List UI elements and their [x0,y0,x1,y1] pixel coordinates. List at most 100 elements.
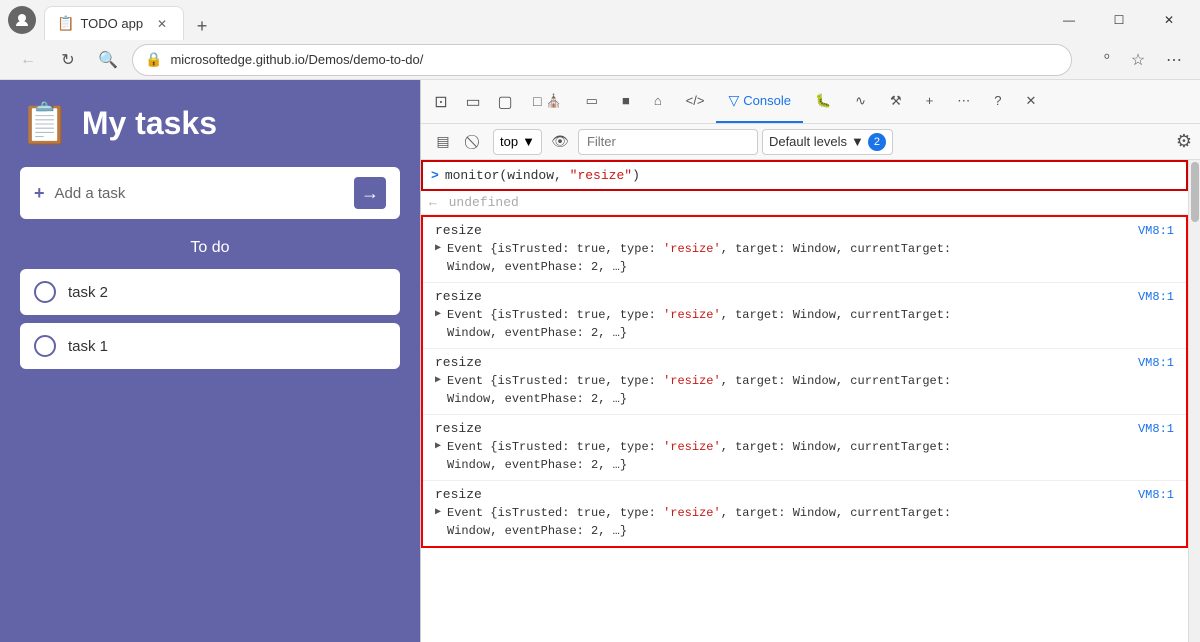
resize-source-link[interactable]: VM8:1 [1138,290,1174,304]
add-task-input[interactable]: Add a task [55,185,344,202]
address-input[interactable]: 🔒 microsoftedge.github.io/Demos/demo-to-… [132,44,1072,76]
close-button[interactable]: ✕ [1146,4,1192,36]
inspect-element-icon[interactable]: ⊡ [425,86,457,118]
network-icon: ∿ [855,93,866,109]
context-select[interactable]: top ▼ [493,129,542,155]
tab-add[interactable]: + [914,80,946,123]
expand-arrow-icon[interactable]: ▶ [435,440,441,452]
tab-close[interactable]: ✕ [1014,80,1049,123]
tab-performance[interactable]: ⚒ [878,80,914,123]
event-text: Event {isTrusted: true, type: 'resize', … [447,372,951,408]
minimize-button[interactable]: — [1046,4,1092,36]
resize-section: resize VM8:1 ▶ Event {isTrusted: true, t… [421,215,1188,548]
prompt-code: monitor(window, "resize") [445,168,640,183]
resize-entry: resize VM8:1 ▶ Event {isTrusted: true, t… [423,415,1186,481]
title-bar: 📋 TODO app ✕ + — ☐ ✕ [0,0,1200,40]
scrollbar[interactable] [1188,160,1200,642]
resize-source-link[interactable]: VM8:1 [1138,224,1174,238]
filter-button[interactable]: ⃠ [461,128,489,156]
tab-title: TODO app [80,16,143,31]
url-text: microsoftedge.github.io/Demos/demo-to-do… [170,52,423,67]
console-prompt-highlighted[interactable]: > monitor(window, "resize") [421,160,1188,191]
task-checkbox[interactable] [34,281,56,303]
user-avatar[interactable] [8,6,36,34]
resize-header: resize VM8:1 [435,421,1174,436]
error-count-badge: 2 [868,133,886,151]
more-icon[interactable]: ⋯ [1160,46,1188,74]
prompt-arrow-icon: > [431,168,439,183]
console-output: > monitor(window, "resize") ← ← undefine… [421,160,1200,642]
device-icon: ▭ [586,93,598,109]
tab-bugs[interactable]: 🐛 [803,80,843,123]
event-text: Event {isTrusted: true, type: 'resize', … [447,306,951,342]
resize-entry: resize VM8:1 ▶ Event {isTrusted: true, t… [423,283,1186,349]
resize-source-link[interactable]: VM8:1 [1138,356,1174,370]
add-task-button[interactable]: → [354,177,386,209]
tab-elements[interactable]: □ ⛪ [521,80,574,123]
expand-arrow-icon[interactable]: ▶ [435,242,441,254]
tab-home[interactable]: ⌂ [642,80,674,123]
task-checkbox[interactable] [34,335,56,357]
task-list: task 2 task 1 [20,269,400,369]
task-item[interactable]: task 2 [20,269,400,315]
task-item[interactable]: task 1 [20,323,400,369]
scrollbar-thumb[interactable] [1191,162,1199,222]
back-button[interactable]: ← [12,44,44,76]
eye-icon[interactable]: 👁 [546,128,574,156]
maximize-button[interactable]: ☐ [1096,4,1142,36]
todo-header: 📋 My tasks [20,100,400,147]
tab-code[interactable]: </> [674,80,717,123]
resize-detail: ▶ Event {isTrusted: true, type: 'resize'… [435,504,1174,540]
tab-favicon: 📋 [57,15,74,32]
lock-icon: 🔒 [145,51,162,68]
tab-console[interactable]: ▽ Console [716,80,802,123]
tab-console-label: Console [743,93,791,108]
address-bar: ← ↻ 🔍 🔒 microsoftedge.github.io/Demos/de… [0,40,1200,80]
levels-chevron-icon: ▼ [851,134,864,149]
context-label: top [500,134,518,149]
todo-icon: 📋 [20,100,70,147]
resize-entry: resize VM8:1 ▶ Event {isTrusted: true, t… [423,481,1186,546]
new-tab-button[interactable]: + [188,12,216,40]
resize-source-link[interactable]: VM8:1 [1138,488,1174,502]
tab-more[interactable]: ⋯ [945,80,982,123]
resize-detail: ▶ Event {isTrusted: true, type: 'resize'… [435,372,1174,408]
default-levels-dropdown[interactable]: Default levels ▼ 2 [762,129,893,155]
resize-header: resize VM8:1 [435,289,1174,304]
expand-arrow-icon[interactable]: ▶ [435,308,441,320]
sidebar-icon[interactable]: ▢ [489,86,521,118]
expand-arrow-icon[interactable]: ▶ [435,374,441,386]
resize-source-link[interactable]: VM8:1 [1138,422,1174,436]
add-task-bar[interactable]: + Add a task → [20,167,400,219]
tab-network[interactable]: ∿ [843,80,878,123]
tab-source-icon[interactable]: ■ [610,80,642,123]
read-aloud-icon[interactable]: ︒ [1088,46,1116,74]
resize-label: resize [435,223,482,238]
refresh-button[interactable]: ↻ [52,44,84,76]
resize-header: resize VM8:1 [435,487,1174,502]
source-box-icon: ■ [622,93,630,108]
tab-elements-label: ⛪ [545,93,561,109]
resize-entry: resize VM8:1 ▶ Event {isTrusted: true, t… [423,217,1186,283]
resize-detail: ▶ Event {isTrusted: true, type: 'resize'… [435,240,1174,276]
filter-input[interactable] [578,129,758,155]
undefined-arrow-icon: ← [429,195,437,210]
favorites-icon[interactable]: ☆ [1124,46,1152,74]
expand-arrow-icon[interactable]: ▶ [435,506,441,518]
tab-close-button[interactable]: ✕ [153,15,171,33]
tab-help[interactable]: ? [982,80,1013,123]
tab-device[interactable]: ▭ [574,80,610,123]
resize-label: resize [435,355,482,370]
devtools-toolbar: ⊡ ▭ ▢ □ ⛪ ▭ ■ ⌂ </> [421,80,1200,124]
search-button[interactable]: 🔍 [92,44,124,76]
device-toolbar-icon[interactable]: ▭ [457,86,489,118]
home-icon: ⌂ [654,93,662,108]
active-tab[interactable]: 📋 TODO app ✕ [44,6,184,40]
window-controls: — ☐ ✕ [1046,4,1192,36]
clear-console-button[interactable]: ▤ [429,128,457,156]
code-icon: </> [686,93,705,108]
perf-icon: ⚒ [890,93,902,109]
console-content: > monitor(window, "resize") ← ← undefine… [421,160,1188,642]
settings-icon[interactable]: ⚙ [1176,131,1192,152]
resize-detail: ▶ Event {isTrusted: true, type: 'resize'… [435,306,1174,342]
